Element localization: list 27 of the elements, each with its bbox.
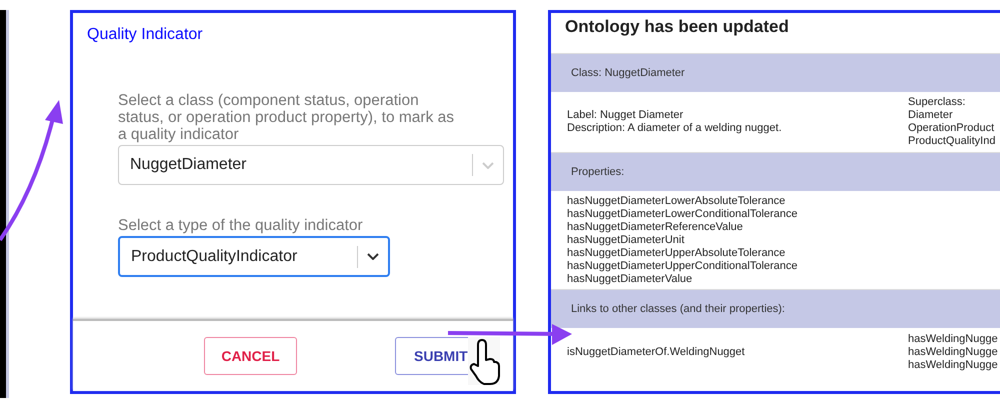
cancel-button[interactable]: CANCEL [204, 337, 297, 375]
select-field[interactable]: ProductQualityIndicator [118, 236, 390, 277]
detail-text: hasWeldingNugge [908, 358, 998, 372]
detail-text: Description: A diameter of a welding nugget. [567, 122, 783, 135]
detail-text: Label: Nugget Diameter [567, 109, 684, 122]
property-name: hasNuggetDiameterUpperAbsoluteTolerance [567, 247, 786, 260]
detail-text: isNuggetDiameterOf.WeldingNugget [567, 346, 746, 358]
detail-text: hasWeldingNugge [908, 346, 998, 358]
field-label: Select a class (component status, operation status, or operation product property), to mark as a quality indicator [118, 92, 455, 143]
property-name: hasNuggetDiameterLowerConditionalTolerance [567, 208, 799, 221]
section-title: Properties: [571, 166, 624, 178]
detail-text: ProductQualityInd [908, 135, 996, 148]
detail-text: Diameter [908, 109, 954, 122]
field-label: Select a type of the quality indicator [118, 217, 364, 234]
select-field[interactable]: NuggetDiameter [118, 145, 504, 185]
property-name: hasNuggetDiameterLowerAbsoluteTolerance [567, 195, 786, 208]
property-name: hasNuggetDiameterValue [567, 273, 694, 286]
result-title: Ontology has been updated [564, 16, 790, 38]
detail-text: Superclass: [908, 96, 966, 109]
detail-text: OperationProduct [908, 122, 996, 135]
detail-text: hasWeldingNugge [908, 332, 998, 346]
section-title: Links to other classes (and their properties): [571, 303, 785, 315]
property-name: hasNuggetDiameterUnit [567, 234, 686, 247]
property-name: hasNuggetDiameterUpperConditionalTolerance [567, 260, 799, 273]
property-name: hasNuggetDiameterReferenceValue [567, 221, 744, 234]
section-title: Class: NuggetDiameter [571, 67, 685, 79]
dialog-title: Quality Indicator [86, 25, 204, 44]
